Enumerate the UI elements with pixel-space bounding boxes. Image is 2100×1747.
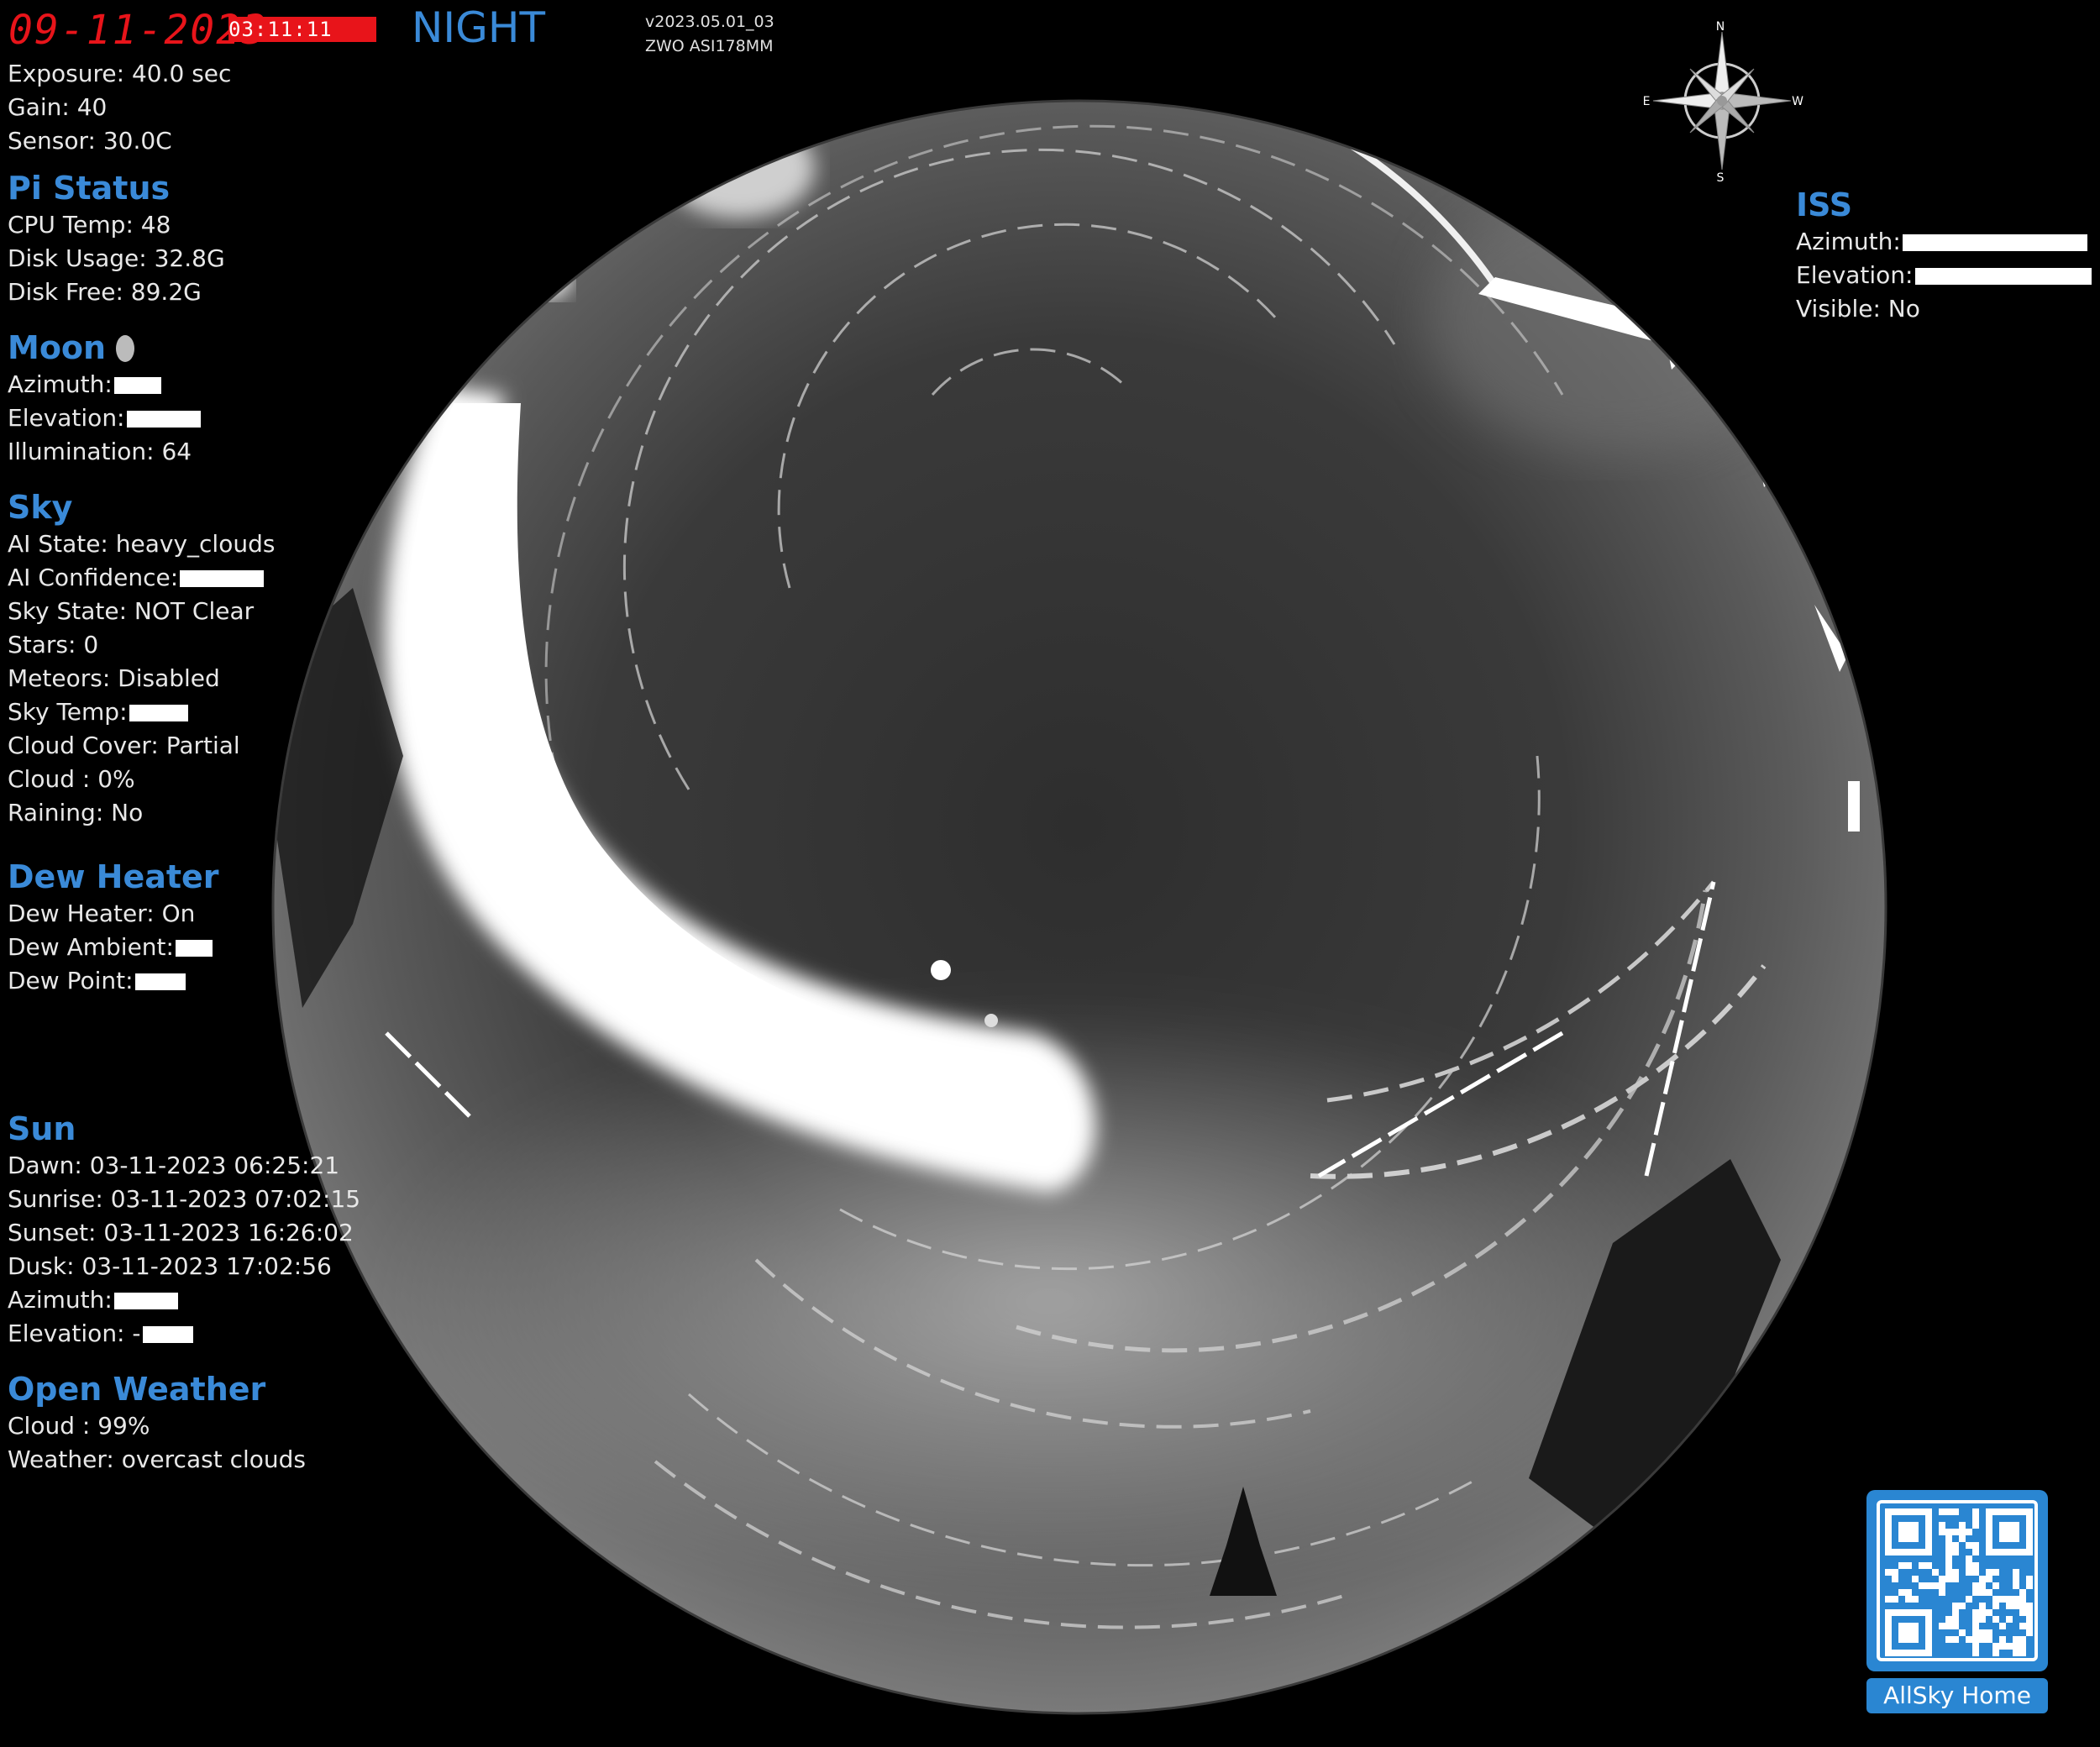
pi-status-panel: Pi Status CPU Temp: 48 Disk Usage: 32.8G… [8,168,225,309]
sun-title: Sun [8,1110,76,1147]
sky-temp-row: Sky Temp: [8,695,275,729]
compass-s: S [1717,171,1725,185]
redacted-value [129,705,188,721]
iss-visible-text: Visible: No [1796,295,1920,323]
cloud-text: Cloud : 0% [8,765,135,793]
moon-elevation-text: Elevation: [8,404,125,432]
allsky-home-button[interactable]: AllSky Home [1866,1678,2048,1713]
exposure-text: Exposure: 40.0 sec [8,60,232,87]
time-readout: 03:11:11 [228,17,376,42]
open-weather-panel: Open Weather Cloud : 99% Weather: overca… [8,1369,306,1477]
sunset-text: Sunset: 03-11-2023 16:26:02 [8,1219,354,1246]
iss-title: ISS [1796,186,1853,223]
redacted-value [175,940,213,957]
dew-ambient-text: Dew Ambient: [8,933,174,961]
stars-text: Stars: 0 [8,631,99,658]
qr-code-frame[interactable] [1866,1490,2048,1671]
redacted-value [180,570,265,587]
sensor-text: Sensor: 30.0C [8,127,172,155]
dew-heater-panel: Dew Heater Dew Heater: On Dew Ambient: D… [8,857,219,998]
disk-usage-text: Disk Usage: 32.8G [8,244,225,272]
camera-model: ZWO ASI178MM [645,37,774,55]
dew-point-row: Dew Point: [8,964,219,998]
weather-text: Weather: overcast clouds [8,1445,306,1473]
moon-title: Moon [8,329,107,366]
compass-w: W [1792,95,1803,108]
sun-azimuth-row: Azimuth: [8,1283,360,1317]
sun-azimuth-text: Azimuth: [8,1286,113,1314]
meteors-text: Meteors: Disabled [8,664,220,692]
raining-text: Raining: No [8,799,144,826]
camera-panel: Exposure: 40.0 sec Gain: 40 Sensor: 30.0… [8,57,231,158]
redacted-value [113,1293,178,1309]
ai-confidence-text: AI Confidence: [8,564,179,591]
version-info: v2023.05.01_03 ZWO ASI178MM [645,10,774,59]
sky-state-text: Sky State: NOT Clear [8,597,255,625]
dew-ambient-row: Dew Ambient: [8,931,219,964]
compass-rose-icon: N S E W [1643,20,1804,185]
cpu-temp-text: CPU Temp: 48 [8,211,171,239]
disk-free-text: Disk Free: 89.2G [8,278,202,306]
open-weather-title: Open Weather [8,1371,266,1408]
sky-panel: Sky AI State: heavy_clouds AI Confidence… [8,487,275,830]
moon-illumination-text: Illumination: 64 [8,438,192,465]
ai-confidence-row: AI Confidence: [8,561,275,595]
dusk-text: Dusk: 03-11-2023 17:02:56 [8,1252,332,1280]
compass-n: N [1716,20,1725,34]
iss-elevation-text: Elevation: [1796,261,1914,289]
allsky-home-qr-link[interactable]: AllSky Home [1866,1490,2048,1713]
version-label: v2023.05.01_03 [645,13,774,31]
moon-phase-icon [116,335,135,362]
gain-text: Gain: 40 [8,93,108,121]
redacted-value [113,377,161,394]
sun-panel: Sun Dawn: 03-11-2023 06:25:21 Sunrise: 0… [8,1109,360,1351]
allsky-image [271,99,1887,1715]
dew-point-text: Dew Point: [8,967,134,994]
moon-azimuth-text: Azimuth: [8,370,113,398]
qr-code-icon[interactable] [1866,1490,2048,1671]
dew-heater-status-text: Dew Heater: On [8,900,196,927]
moon-title-row: Moon [8,328,201,368]
pi-status-title: Pi Status [8,170,171,207]
redacted-value [126,411,201,428]
moon-azimuth-row: Azimuth: [8,368,201,401]
dew-heater-title: Dew Heater [8,858,219,895]
sky-title: Sky [8,489,73,526]
mode-label: NIGHT [412,3,546,52]
sky-temp-text: Sky Temp: [8,698,128,726]
ai-state-text: AI State: heavy_clouds [8,530,276,558]
iss-azimuth-row: Azimuth: [1796,225,2092,259]
compass-e: E [1643,95,1651,108]
iss-elevation-row: Elevation: [1796,259,2092,292]
moon-panel: Moon Azimuth: Elevation: Illumination: 6… [8,328,201,469]
redacted-value [1914,268,2092,285]
sun-elevation-row: Elevation: - [8,1317,360,1351]
moon-elevation-row: Elevation: [8,401,201,435]
sunrise-text: Sunrise: 03-11-2023 07:02:15 [8,1185,361,1213]
redacted-value [1902,234,2087,251]
sun-elevation-text: Elevation: - [8,1319,141,1347]
iss-azimuth-text: Azimuth: [1796,228,1901,255]
iss-panel: ISS Azimuth: Elevation: Visible: No [1796,185,2092,326]
dawn-text: Dawn: 03-11-2023 06:25:21 [8,1152,340,1179]
redacted-value [142,1326,193,1343]
weather-cloud-text: Cloud : 99% [8,1412,150,1440]
redacted-value [134,973,186,990]
cloud-cover-text: Cloud Cover: Partial [8,732,240,759]
